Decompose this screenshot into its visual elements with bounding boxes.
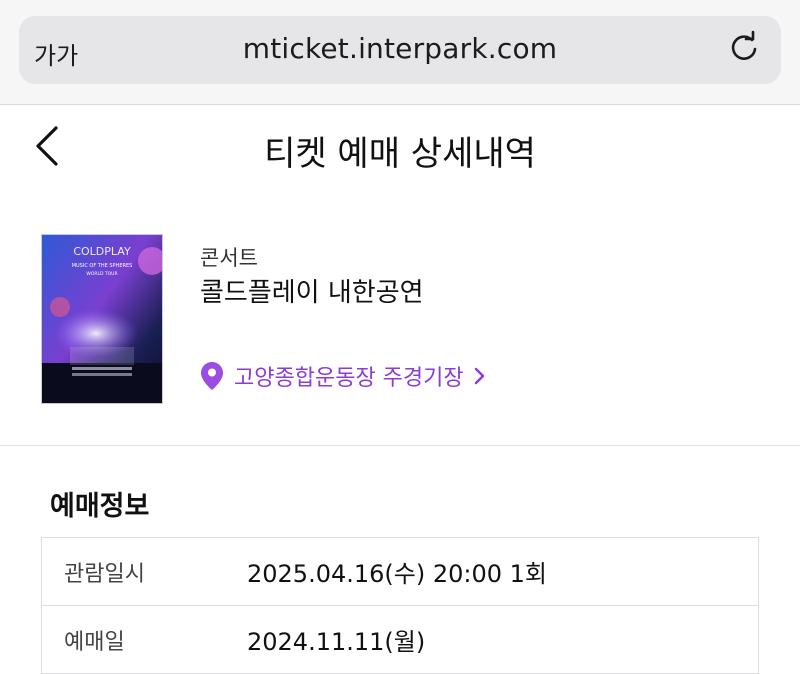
section-divider	[0, 445, 800, 446]
row-value: 2025.04.16(수) 20:00 1회	[247, 560, 547, 588]
url-text[interactable]: mticket.interpark.com	[0, 32, 800, 65]
show-poster[interactable]: COLDPLAY MUSIC OF THE SPHERES WORLD TOUR	[41, 234, 163, 404]
location-pin-icon	[200, 361, 224, 391]
booking-info-table: 관람일시 2025.04.16(수) 20:00 1회 예매일 2024.11.…	[41, 537, 759, 674]
page-title: 티켓 예매 상세내역	[264, 134, 536, 174]
poster-sub-text: WORLD TOUR	[86, 271, 117, 277]
booking-section-title: 예매정보	[50, 491, 150, 522]
row-label: 관람일시	[64, 561, 145, 587]
poster-tour-text: MUSIC OF THE SPHERES	[72, 263, 133, 269]
table-row: 관람일시 2025.04.16(수) 20:00 1회	[42, 538, 758, 606]
row-label: 예매일	[64, 629, 125, 655]
table-row: 예매일 2024.11.11(월)	[42, 606, 758, 674]
show-title: 콜드플레이 내한공연	[200, 278, 424, 308]
reload-icon[interactable]	[726, 30, 762, 66]
show-category: 콘서트	[200, 246, 258, 270]
chevron-right-icon	[474, 366, 486, 386]
browser-toolbar: 가가 mticket.interpark.com	[0, 0, 800, 105]
poster-band-text: COLDPLAY	[73, 245, 131, 258]
venue-link[interactable]: 고양종합운동장 주경기장	[200, 358, 486, 394]
venue-name: 고양종합운동장 주경기장	[234, 366, 464, 391]
row-value: 2024.11.11(월)	[247, 628, 426, 656]
